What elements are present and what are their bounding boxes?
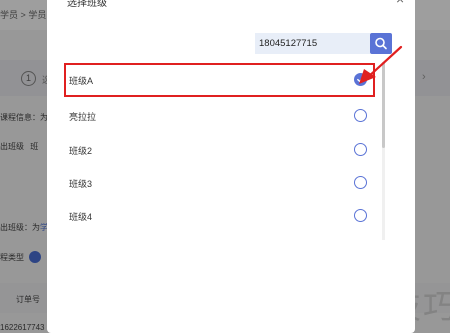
radio[interactable] [354, 109, 367, 122]
close-icon[interactable]: × [396, 0, 404, 7]
radio[interactable] [354, 143, 367, 156]
search-input[interactable] [255, 33, 370, 54]
radio[interactable] [354, 209, 367, 222]
arrow-annotation-icon [359, 45, 403, 84]
list-item[interactable]: 班级2 [67, 132, 379, 165]
item-label: 班级3 [69, 179, 93, 189]
highlight-box [64, 63, 375, 97]
list-item[interactable]: 班级4 [67, 198, 379, 231]
radio[interactable] [354, 176, 367, 189]
item-label: 班级4 [69, 212, 93, 222]
select-class-modal: 选择班级 × 班级A 亮拉拉 班级2 班级3 [47, 0, 415, 333]
item-label: 亮拉拉 [69, 112, 97, 122]
modal-title: 选择班级 [67, 0, 107, 9]
list-item[interactable]: 班级3 [67, 165, 379, 198]
list-item[interactable]: 亮拉拉 [67, 98, 379, 131]
item-label: 班级2 [69, 146, 93, 156]
